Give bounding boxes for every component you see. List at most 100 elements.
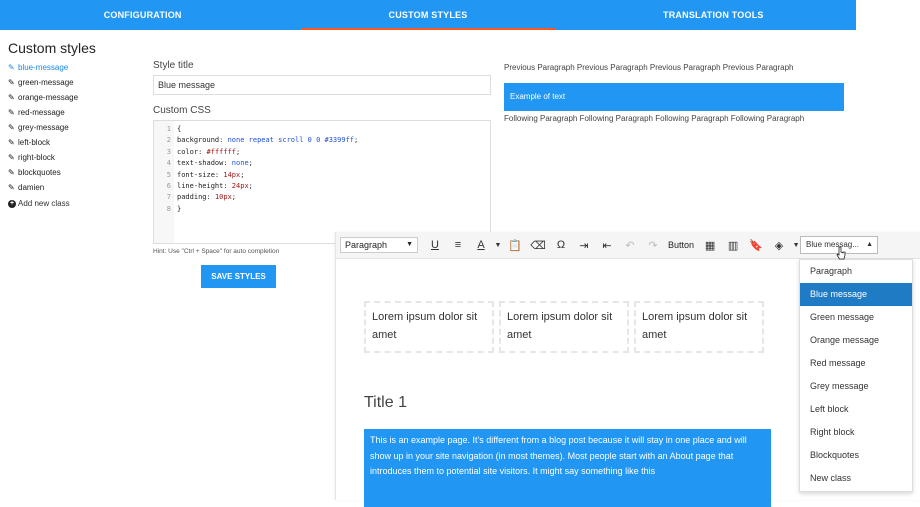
styles-sidebar: Custom styles ✎ blue-message ✎ green-mes… [8,40,148,211]
pencil-icon: ✎ [8,168,15,177]
dropdown-item-paragraph[interactable]: Paragraph [800,260,912,283]
sidebar-item-grey-message[interactable]: ✎ grey-message [8,120,148,135]
sidebar-item-label: damien [18,183,45,192]
table-icon[interactable]: ▦ [699,235,721,255]
pencil-icon: ✎ [8,63,15,72]
add-new-class-button[interactable]: + Add new class [8,196,148,211]
tab-custom-styles[interactable]: CUSTOM STYLES [285,0,570,30]
style-title-input[interactable]: Blue message [153,75,491,95]
style-preview: Previous Paragraph Previous Paragraph Pr… [504,62,844,125]
eraser-icon[interactable]: ⌫ [527,235,549,255]
text-color-icon[interactable]: A [470,235,492,255]
css-code-editor[interactable]: 1 2 3 4 5 6 7 8 { background: none repea… [153,120,491,244]
format-select[interactable]: Paragraph ▼ [340,237,418,253]
line-number: 6 [166,181,171,190]
dropdown-item-red-message[interactable]: Red message [800,352,912,375]
outdent-icon[interactable]: ⇤ [596,235,618,255]
dropdown-item-blockquotes[interactable]: Blockquotes [800,444,912,467]
example-text-box: Example of text [504,83,844,111]
special-char-icon[interactable]: Ω [550,235,572,255]
align-justify-icon[interactable]: ≡ [447,235,469,255]
pencil-icon: ✎ [8,93,15,102]
column-cell[interactable]: Lorem ipsum dolor sit amet [364,301,494,353]
pencil-icon: ✎ [8,78,15,87]
dropdown-item-new-class[interactable]: New class [800,467,912,490]
underline-icon[interactable]: U [424,235,446,255]
custom-css-label: Custom CSS [153,105,211,116]
code-line: } [177,204,182,213]
sidebar-item-blue-message[interactable]: ✎ blue-message [8,60,148,75]
caret-down-icon[interactable]: ▼ [493,235,503,255]
caret-up-icon: ▲ [866,241,873,248]
column-cell[interactable]: Lorem ipsum dolor sit amet [634,301,764,353]
sidebar-item-label: red-message [18,108,65,117]
sidebar-item-label: right-block [18,153,55,162]
style-form: Style title Blue message Custom CSS 1 2 … [153,60,493,288]
tab-translation-tools[interactable]: TRANSLATION TOOLS [571,0,856,30]
line-number: 3 [166,147,171,156]
code-line: { [177,125,182,133]
css-code: { background: none repeat scroll 0 0 #33… [174,121,358,243]
columns-icon[interactable]: ▥ [722,235,744,255]
tag-icon[interactable]: ◈ [768,235,790,255]
dropdown-item-left-block[interactable]: Left block [800,398,912,421]
line-numbers: 1 2 3 4 5 6 7 8 [154,121,174,243]
column-block: Lorem ipsum dolor sit amet Lorem ipsum d… [364,301,769,353]
sidebar-item-right-block[interactable]: ✎ right-block [8,150,148,165]
plus-circle-icon: + [8,199,16,208]
dropdown-item-orange-message[interactable]: Orange message [800,329,912,352]
dropdown-item-blue-message[interactable]: Blue message [800,283,912,306]
indent-icon[interactable]: ⇥ [573,235,595,255]
code-line: padding: 10px; [177,193,237,202]
sidebar-item-green-message[interactable]: ✎ green-message [8,75,148,90]
pencil-icon: ✎ [8,138,15,147]
pencil-icon: ✎ [8,183,15,192]
content-heading[interactable]: Title 1 [364,394,407,412]
blue-message-paragraph[interactable]: This is an example page. It's different … [364,429,771,507]
dropdown-item-grey-message[interactable]: Grey message [800,375,912,398]
tab-bar: CONFIGURATION CUSTOM STYLES TRANSLATION … [0,0,856,30]
style-select-value: Blue messag... [806,240,859,249]
sidebar-item-orange-message[interactable]: ✎ orange-message [8,90,148,105]
dropdown-item-green-message[interactable]: Green message [800,306,912,329]
code-line: font-size: 14px; [177,170,245,179]
sidebar-item-left-block[interactable]: ✎ left-block [8,135,148,150]
tab-configuration[interactable]: CONFIGURATION [0,0,285,30]
insert-button-button[interactable]: Button [664,240,698,250]
undo-icon[interactable]: ↶ [619,235,641,255]
bookmark-icon[interactable]: 🔖 [745,235,767,255]
sidebar-item-label: green-message [18,78,74,87]
line-number: 8 [166,204,171,213]
pencil-icon: ✎ [8,108,15,117]
code-line: background: none repeat scroll 0 0 #3399… [177,136,359,145]
pencil-icon: ✎ [8,123,15,132]
sidebar-item-label: orange-message [18,93,79,102]
redo-icon[interactable]: ↷ [642,235,664,255]
sidebar-item-label: blockquotes [18,168,61,177]
format-select-value: Paragraph [345,240,388,250]
sidebar-item-blockquotes[interactable]: ✎ blockquotes [8,165,148,180]
paste-icon[interactable]: 📋 [504,235,526,255]
caret-down-icon: ▼ [406,241,413,248]
column-cell[interactable]: Lorem ipsum dolor sit amet [499,301,629,353]
style-title-label: Style title [153,60,194,71]
line-number: 1 [166,125,171,133]
line-number: 5 [166,170,171,179]
sidebar-item-label: grey-message [18,123,69,132]
style-dropdown-menu: Paragraph Blue message Green message Ora… [799,259,913,492]
sidebar-title: Custom styles [8,40,96,56]
following-paragraph: Following Paragraph Following Paragraph … [504,114,805,123]
line-number: 2 [166,136,171,145]
editor-toolbar: Paragraph ▼ U ≡ A ▼ 📋 ⌫ Ω ⇥ ⇤ ↶ ↷ Button… [336,232,920,259]
line-number: 4 [166,159,171,168]
dropdown-item-right-block[interactable]: Right block [800,421,912,444]
save-styles-button[interactable]: SAVE STYLES [201,265,276,288]
sidebar-item-label: left-block [18,138,51,147]
sidebar-item-red-message[interactable]: ✎ red-message [8,105,148,120]
code-line: color: #ffffff; [177,147,241,156]
add-new-class-label: Add new class [18,199,70,208]
hand-cursor-icon [836,246,846,260]
sidebar-item-label: blue-message [18,63,69,72]
previous-paragraph: Previous Paragraph Previous Paragraph Pr… [504,63,794,72]
sidebar-item-damien[interactable]: ✎ damien [8,180,148,195]
